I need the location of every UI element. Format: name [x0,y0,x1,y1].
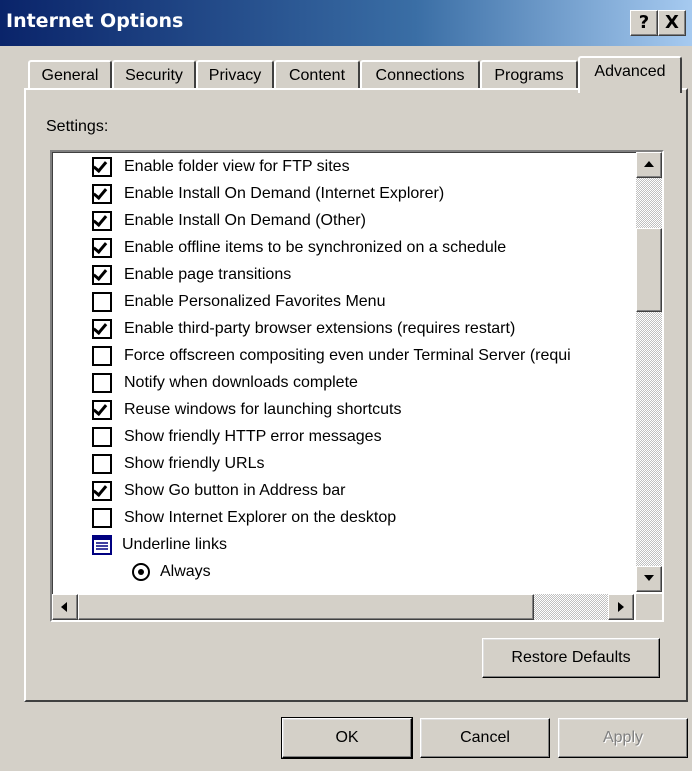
up-arrow-icon [644,161,654,167]
setting-row[interactable]: Enable third-party browser extensions (r… [92,316,515,342]
list-group-icon [92,535,112,555]
scroll-up-button[interactable] [636,152,662,178]
checkbox[interactable] [92,427,112,447]
vertical-scroll-thumb[interactable] [636,228,662,312]
setting-row[interactable]: Reuse windows for launching shortcuts [92,397,401,423]
horizontal-scroll-thumb[interactable] [78,594,534,620]
right-arrow-icon [618,602,624,612]
left-arrow-icon [61,602,67,612]
setting-label: Notify when downloads complete [124,374,358,391]
checkbox[interactable] [92,373,112,393]
checkbox[interactable] [92,184,112,204]
setting-label: Enable folder view for FTP sites [124,158,350,175]
checkbox[interactable] [92,319,112,339]
tab-content[interactable]: Content [274,60,360,90]
cancel-button[interactable]: Cancel [420,718,550,758]
setting-row[interactable]: Show friendly HTTP error messages [92,424,382,450]
checkbox[interactable] [92,481,112,501]
tab-advanced[interactable]: Advanced [578,56,682,93]
vertical-scrollbar[interactable] [636,152,662,592]
setting-row[interactable]: Enable offline items to be synchronized … [92,235,506,261]
setting-row[interactable]: Show friendly URLs [92,451,265,477]
setting-label: Force offscreen compositing even under T… [124,347,571,364]
always-label: Always [160,563,211,580]
tab-connections[interactable]: Connections [360,60,480,90]
underline-links-label: Underline links [122,536,227,553]
tab-programs[interactable]: Programs [480,60,578,90]
setting-label: Show friendly HTTP error messages [124,428,382,445]
setting-row[interactable]: Enable page transitions [92,262,291,288]
scroll-corner [636,594,662,620]
restore-defaults-button[interactable]: Restore Defaults [482,638,660,678]
title-bar: Internet Options ? X [0,0,692,46]
window-title: Internet Options [6,10,184,32]
ok-button[interactable]: OK [281,717,413,759]
settings-list[interactable]: Enable folder view for FTP sites Enable … [50,150,664,622]
apply-button[interactable]: Apply [558,718,688,758]
checkbox[interactable] [92,211,112,231]
scroll-left-button[interactable] [52,594,78,620]
down-arrow-icon [644,575,654,581]
help-button[interactable]: ? [630,10,658,36]
setting-row[interactable]: Enable Install On Demand (Internet Explo… [92,181,444,207]
underline-links-group: Underline links [92,532,227,558]
setting-label: Enable Install On Demand (Internet Explo… [124,185,445,202]
setting-label: Enable page transitions [124,266,292,283]
tab-security[interactable]: Security [112,60,196,90]
tab-privacy[interactable]: Privacy [196,60,274,90]
setting-label: Enable Personalized Favorites Menu [124,293,386,310]
setting-row[interactable]: Enable Personalized Favorites Menu [92,289,385,315]
horizontal-scrollbar[interactable] [52,594,634,620]
close-button[interactable]: X [658,10,686,36]
setting-label: Enable Install On Demand (Other) [124,212,366,229]
setting-row[interactable]: Show Go button in Address bar [92,478,345,504]
checkbox[interactable] [92,508,112,528]
checkbox[interactable] [92,400,112,420]
checkbox[interactable] [92,346,112,366]
setting-label: Show friendly URLs [124,455,265,472]
checkbox[interactable] [92,454,112,474]
scroll-down-button[interactable] [636,566,662,592]
scroll-right-button[interactable] [608,594,634,620]
setting-label: Reuse windows for launching shortcuts [124,401,402,418]
checkbox[interactable] [92,157,112,177]
checkbox[interactable] [92,292,112,312]
checkbox[interactable] [92,265,112,285]
setting-label: Show Go button in Address bar [124,482,346,499]
setting-label: Enable offline items to be synchronized … [124,239,507,256]
setting-row[interactable]: Show Internet Explorer on the desktop [92,505,396,531]
checkbox[interactable] [92,238,112,258]
underline-always-option[interactable]: Always [132,559,211,585]
radio-button[interactable] [132,563,150,581]
tab-general[interactable]: General [28,60,112,90]
setting-row[interactable]: Enable folder view for FTP sites [92,154,350,180]
setting-row[interactable]: Notify when downloads complete [92,370,358,396]
settings-label: Settings: [46,118,109,135]
setting-label: Show Internet Explorer on the desktop [124,509,397,526]
setting-label: Enable third-party browser extensions (r… [124,320,516,337]
setting-row[interactable]: Force offscreen compositing even under T… [92,343,571,369]
setting-row[interactable]: Enable Install On Demand (Other) [92,208,366,234]
